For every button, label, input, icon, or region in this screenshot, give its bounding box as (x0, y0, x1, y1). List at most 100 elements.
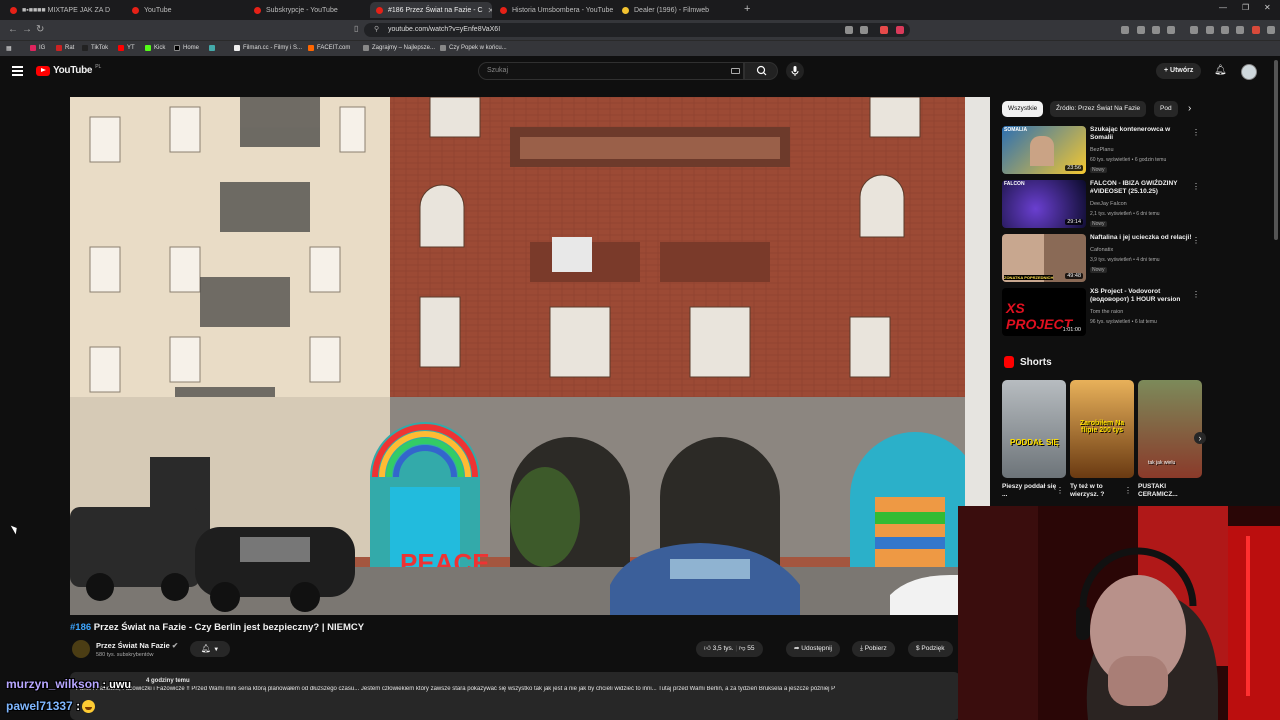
chevron-right-icon[interactable]: › (1188, 103, 1191, 114)
short-title[interactable]: Ty też w to wierzysz. ? (1070, 483, 1126, 499)
subscriber-count: 580 tys. subskrybentów (96, 652, 154, 658)
like-button[interactable]: 👍︎ 3,5 tys. | 👎︎ 55 (696, 641, 763, 657)
extension-icon[interactable] (1252, 26, 1260, 34)
download-button[interactable]: ⤓ Pobierz (852, 641, 895, 657)
more-options-icon[interactable]: ⋮ (1124, 486, 1132, 495)
recommended-video[interactable]: SOMALIA 23:56 Szukając kontenerowca w So… (1002, 126, 1202, 178)
bell-icon: 🔔︎ (200, 644, 211, 653)
maximize-icon[interactable]: ❐ (1242, 3, 1249, 12)
notification-preferences-button[interactable]: 🔔︎ ▼ (190, 641, 230, 657)
page-scrollbar[interactable] (1274, 60, 1278, 240)
extension-icon[interactable] (860, 26, 868, 34)
menu-icon[interactable] (1267, 26, 1275, 34)
channel-avatar[interactable] (72, 640, 90, 658)
close-window-icon[interactable]: ✕ (1264, 3, 1271, 12)
description-box[interactable]: 4 godziny temu Panie i Panowie, Fazowicz… (70, 672, 960, 720)
chevron-right-icon[interactable]: › (1194, 432, 1206, 444)
bookmark-item[interactable]: YT (118, 45, 135, 51)
short-title[interactable]: PUSTAKI CERAMICZ... (1138, 483, 1194, 499)
keyboard-icon[interactable] (731, 68, 740, 74)
chip-all[interactable]: Wszystkie (1002, 101, 1044, 117)
bookmark-item[interactable]: IG (30, 45, 45, 51)
notifications-bell-icon[interactable]: 🔔︎ (1214, 65, 1227, 76)
extension-icon[interactable] (896, 26, 904, 34)
bookmark-item[interactable]: TikTok (82, 45, 108, 51)
more-options-icon[interactable]: ⋮ (1192, 236, 1200, 245)
video-thumbnail[interactable]: SOMALIA 23:56 (1002, 126, 1086, 174)
recommended-video[interactable]: XS PROJECT 1:01:00 XS Project - Vodovoro… (1002, 288, 1202, 340)
back-icon[interactable]: ← (8, 24, 18, 35)
share-button[interactable]: ➦ Udostępnij (786, 641, 840, 657)
youtube-favicon-icon (132, 6, 139, 14)
youtube-favicon-icon (254, 6, 261, 14)
bookmark-item[interactable] (209, 45, 218, 51)
extension-icon[interactable] (1137, 26, 1145, 34)
browser-tab[interactable]: Historia Umsbombera - YouTube (494, 2, 614, 18)
recommended-video[interactable]: ZONATKA POPRZEDNICH 49:48 Naftalina i je… (1002, 234, 1202, 286)
extension-icon[interactable] (1121, 26, 1129, 34)
bookmark-item[interactable]: Home (174, 45, 199, 51)
bookmark-item[interactable]: Czy Popek w końcu... (440, 45, 507, 51)
bookmark-item[interactable]: FACEIT.com (308, 45, 350, 51)
extension-icon[interactable] (1221, 26, 1229, 34)
close-tab-icon[interactable]: ✕ (488, 6, 492, 15)
bookmark-icon[interactable]: ▯ (354, 24, 358, 33)
extension-icon[interactable] (1206, 26, 1214, 34)
shorts-header: Shorts (1004, 356, 1052, 368)
video-thumbnail[interactable]: ZONATKA POPRZEDNICH 49:48 (1002, 234, 1086, 282)
youtube-play-icon (36, 65, 50, 76)
streamer-camera-image (958, 506, 1280, 720)
search-input[interactable]: Szukaj (478, 62, 744, 80)
account-avatar[interactable] (1241, 64, 1257, 80)
forward-icon[interactable]: → (22, 24, 32, 35)
more-options-icon[interactable]: ⋮ (1056, 486, 1064, 495)
extension-icon[interactable] (1236, 26, 1244, 34)
extension-icon[interactable] (1190, 26, 1198, 34)
recommended-video[interactable]: FALCON 29:14 FALCON - IBIZA GWIŹDZINY #V… (1002, 180, 1202, 232)
search-button[interactable] (744, 62, 778, 80)
minimize-icon[interactable]: — (1219, 3, 1227, 12)
browser-tab[interactable]: YouTube (126, 2, 246, 18)
reload-icon[interactable]: ↻ (36, 24, 44, 35)
extension-icon[interactable] (845, 26, 853, 34)
channel-name[interactable]: Przez Świat Na Fazie ✔ (96, 641, 178, 650)
filmweb-favicon-icon (622, 6, 629, 14)
browser-tab-bar: ■▪■■■■ MIXTAPE JAK ZA D YouTube Subskryp… (0, 0, 1280, 20)
mouse-cursor-icon (10, 523, 20, 535)
url-input[interactable]: ⚲ youtube.com/watch?v=yEnfe8VaX6I (364, 23, 910, 37)
browser-tab-active[interactable]: #186 Przez Świat na Fazie - C ✕ (370, 2, 492, 18)
video-thumbnail[interactable]: XS PROJECT 1:01:00 (1002, 288, 1086, 336)
voice-search-button[interactable] (786, 62, 804, 80)
bookmark-item[interactable]: Kick (145, 45, 165, 51)
extension-icon[interactable] (880, 26, 888, 34)
youtube-logo[interactable]: YouTube PL (36, 64, 101, 76)
short-thumbnail[interactable]: PODDAŁ SIĘ (1002, 380, 1066, 478)
browser-tab[interactable]: Dealer (1996) - Filmweb (616, 2, 736, 18)
short-thumbnail[interactable]: tak jak wielu (1138, 380, 1202, 478)
apps-icon[interactable]: ▦ (6, 45, 12, 52)
extension-icon[interactable] (1152, 26, 1160, 34)
video-player[interactable]: PEACE (70, 97, 990, 615)
bookmark-item[interactable]: Rat (56, 45, 74, 51)
chip-related[interactable]: Pod (1154, 101, 1178, 117)
more-options-icon[interactable]: ⋮ (1192, 182, 1200, 191)
bookmark-favicon-icon (234, 45, 240, 51)
browser-tab[interactable]: Subskrypcje - YouTube (248, 2, 368, 18)
faceit-icon (308, 45, 314, 51)
short-title[interactable]: Pieszy poddał się ... (1002, 483, 1058, 499)
site-info-icon[interactable]: ⚲ (374, 23, 379, 37)
more-options-icon[interactable]: ⋮ (1192, 290, 1200, 299)
bookmark-item[interactable]: Filman.cc - Filmy i S... (234, 45, 302, 51)
extension-icon[interactable] (1167, 26, 1175, 34)
browser-tab[interactable]: ■▪■■■■ MIXTAPE JAK ZA D (4, 2, 124, 18)
hamburger-menu-icon[interactable] (12, 66, 23, 78)
create-button[interactable]: + Utwórz (1156, 63, 1202, 79)
bookmark-item[interactable]: Zagrajmy – Najlepsze... (363, 45, 435, 51)
new-tab-icon[interactable]: + (744, 3, 750, 15)
video-thumbnail[interactable]: FALCON 29:14 (1002, 180, 1086, 228)
chip-source[interactable]: Źródło: Przez Świat Na Fazie (1050, 101, 1147, 117)
more-options-icon[interactable]: ⋮ (1192, 128, 1200, 137)
thanks-button[interactable]: $ Podzięk (908, 641, 953, 657)
hashtag-link[interactable]: #186 (70, 622, 91, 633)
short-thumbnail[interactable]: Zarobiłem Na flipie 200 tys (1070, 380, 1134, 478)
